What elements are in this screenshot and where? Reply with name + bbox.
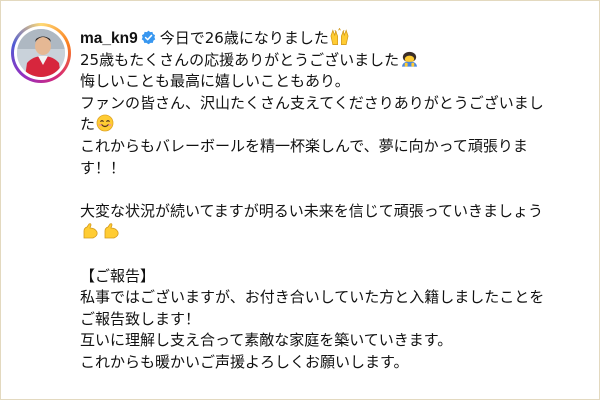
- verified-badge-icon: [141, 30, 155, 45]
- caption-line-text: これからも暖かいご声援よろしくお願いします。: [80, 352, 409, 371]
- caption-line-14: 互いに理解し支え合って素敵な家庭を築いていきます。: [80, 330, 592, 352]
- caption-line-8: 大変な状況が続いてますが明るい未来を信じて頑張っていきましょう: [80, 201, 592, 223]
- caption-line-11: 【ご報告】: [80, 266, 592, 288]
- caption-line-text: 悔しいことも最高に嬉しいこともあり。: [80, 72, 350, 91]
- caption-line-6: す！！: [80, 158, 592, 180]
- caption-line-12: 私事ではございますが、お付き合いしていた方と入籍しましたことを: [80, 287, 592, 309]
- caption-line-text: 私事ではございますが、お付き合いしていた方と入籍しましたことを: [80, 288, 545, 307]
- username[interactable]: ma_kn9: [80, 30, 138, 47]
- caption-line-text: 【ご報告】: [80, 266, 156, 285]
- caption-line-2: 悔しいことも最高に嬉しいこともあり。: [80, 71, 592, 93]
- caption-line-15: これからも暖かいご声援よろしくお願いします。: [80, 352, 592, 374]
- caption-headline: 今日で26歳になりました: [159, 29, 329, 47]
- caption-line-10: [80, 244, 592, 266]
- caption-line-4: た: [80, 114, 592, 136]
- caption-line-9: [80, 222, 592, 244]
- caption-line-text: 大変な状況が続いてますが明るい未来を信じて頑張っていきましょう: [80, 201, 544, 220]
- raised-hands-icon: [330, 28, 349, 45]
- bowing-person-icon: [401, 51, 418, 67]
- flexed-biceps-icon: [104, 223, 119, 239]
- caption-line-text: す！！: [80, 158, 126, 177]
- post-caption: ma_kn9 今日で26歳になりました 25歳もたくさんの応援ありがとうございま…: [80, 28, 592, 374]
- caption-first-line: ma_kn9 今日で26歳になりました: [80, 28, 592, 50]
- caption-line-text: これからもバレーボールを精一杯楽しんで、夢に向かって頑張りま: [80, 136, 528, 155]
- flexed-biceps-icon: [83, 223, 98, 239]
- caption-line-text: た: [80, 115, 96, 134]
- caption-line-text: ご報告致します！: [80, 309, 201, 328]
- caption-line-3: ファンの皆さん、沢山たくさん支えてくださりありがとうございまし: [80, 93, 592, 115]
- caption-line-13: ご報告致します！: [80, 309, 592, 331]
- caption-line-7: [80, 179, 592, 201]
- caption-line-5: これからもバレーボールを精一杯楽しんで、夢に向かって頑張りま: [80, 136, 592, 158]
- caption-line-1: 25歳もたくさんの応援ありがとうございました: [80, 50, 592, 72]
- avatar[interactable]: [17, 29, 65, 77]
- post-card: ma_kn9 今日で26歳になりました 25歳もたくさんの応援ありがとうございま…: [0, 0, 600, 400]
- avatar-border: [14, 26, 68, 80]
- story-ring[interactable]: [11, 23, 71, 83]
- avatar-photo: [17, 29, 65, 77]
- caption-line-text: 互いに理解し支え合って素敵な家庭を築いていきます。: [80, 331, 453, 350]
- smiling-face-icon: [96, 114, 114, 132]
- caption-line-text: ファンの皆さん、沢山たくさん支えてくださりありがとうございまし: [80, 93, 544, 112]
- caption-line-text: 25歳もたくさんの応援ありがとうございました: [80, 50, 400, 69]
